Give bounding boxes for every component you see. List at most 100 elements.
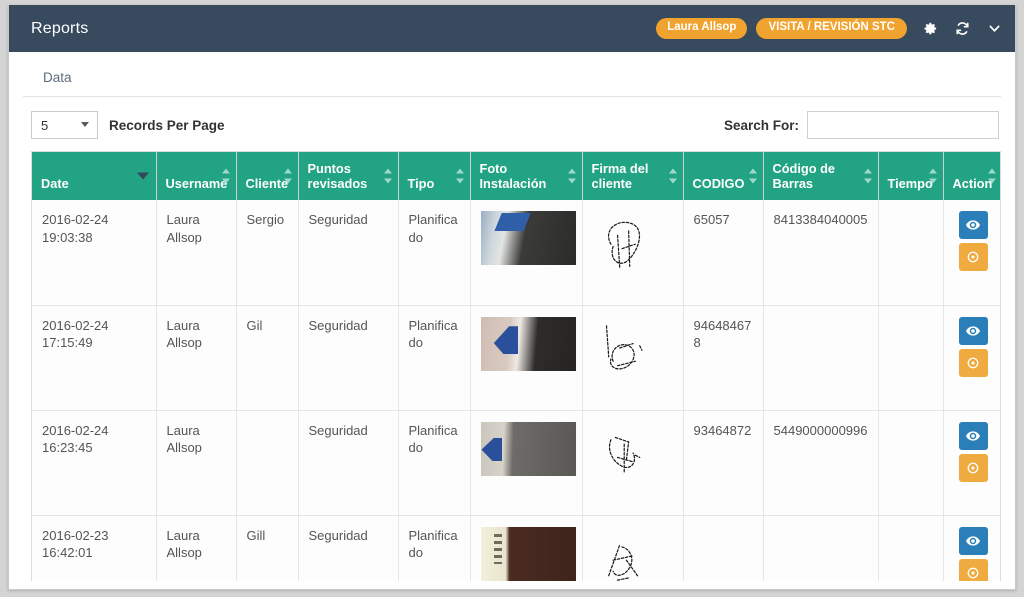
sort-toggle-icon — [383, 168, 393, 184]
search-label: Search For: — [723, 117, 799, 133]
eye-icon — [966, 535, 981, 547]
cell-date: 2016-02-24 17:15:49 — [32, 304, 157, 410]
tab-data[interactable]: Data — [43, 70, 72, 85]
locate-button[interactable] — [958, 453, 988, 482]
column-header-label: Username — [165, 175, 228, 191]
footer-strip — [9, 581, 1015, 589]
cell-codigo: 65057 — [683, 200, 764, 305]
reports-window: Reports Laura Allsop VISITA / REVISIÓN S… — [8, 5, 1016, 590]
panel-body: Data 5102550100 Records Per Page Search … — [9, 52, 1015, 589]
signature-image[interactable] — [593, 422, 651, 484]
photo-thumbnail[interactable] — [480, 421, 576, 476]
column-header-username[interactable]: Username — [156, 152, 237, 200]
sort-toggle-icon — [668, 168, 678, 184]
sort-toggle-icon — [928, 168, 938, 184]
signature-image[interactable] — [593, 211, 651, 273]
table-row[interactable]: 2016-02-24 16:23:45 Laura Allsop Seguridad… — [32, 409, 1000, 515]
cell-cliente — [236, 409, 299, 515]
chevron-down-icon[interactable] — [985, 20, 1003, 38]
column-header-label: Puntos revisados — [307, 160, 368, 191]
column-header-tipo[interactable]: Tipo — [398, 152, 471, 200]
cell-firma-del-cliente — [582, 514, 684, 589]
column-header-date[interactable]: Date — [32, 152, 157, 200]
cell-foto-instalacion — [470, 200, 583, 305]
cell-action — [943, 514, 1000, 589]
cell-tipo: Planificado — [398, 514, 471, 589]
cell-codigo — [683, 514, 764, 589]
header-actions: Laura Allsop VISITA / REVISIÓN STC — [656, 18, 1003, 39]
column-header-codigo[interactable]: CODIGO — [683, 152, 764, 200]
gear-icon[interactable] — [921, 20, 939, 38]
cell-date: 2016-02-24 19:03:38 — [32, 200, 157, 305]
column-header-label: Cliente — [245, 175, 289, 191]
photo-thumbnail[interactable] — [480, 316, 576, 371]
column-header-puntos-revisados[interactable]: Puntos revisados — [298, 152, 399, 200]
data-table-container: Date Username Cliente Puntos revisados Tipo F… — [31, 151, 1001, 589]
view-button[interactable] — [958, 526, 988, 555]
column-header-foto-instalaci-n[interactable]: Foto Instalación — [470, 152, 583, 200]
search-zone: Search For: — [724, 111, 1001, 139]
column-header-label: CODIGO — [692, 175, 745, 191]
cell-foto-instalacion — [470, 304, 583, 410]
cell-puntos-revisados: Seguridad — [298, 409, 399, 515]
search-input[interactable] — [807, 111, 999, 139]
cell-codigo: 93464872 — [683, 409, 764, 515]
context-badge[interactable]: VISITA / REVISIÓN STC — [756, 18, 907, 39]
view-button[interactable] — [958, 421, 988, 450]
cell-tipo: Planificado — [398, 409, 471, 515]
column-header-tiempo[interactable]: Tiempo — [878, 152, 944, 200]
sort-toggle-icon — [863, 168, 873, 184]
table-body: 2016-02-24 19:03:38 Laura Allsop Sergio Seg… — [32, 200, 1000, 589]
records-per-page-select[interactable]: 5102550100 — [31, 111, 98, 139]
photo-thumbnail[interactable] — [480, 211, 576, 265]
cell-foto-instalacion — [470, 514, 583, 589]
column-header-action[interactable]: Action — [943, 152, 1000, 200]
header-row: Date Username Cliente Puntos revisados Tipo F… — [32, 152, 1000, 200]
cell-tipo: Planificado — [398, 304, 471, 410]
table-row[interactable]: 2016-02-24 19:03:38 Laura Allsop Sergio Seg… — [32, 200, 1000, 305]
cell-firma-del-cliente — [582, 200, 684, 305]
cell-puntos-revisados: Seguridad — [298, 304, 399, 410]
sort-toggle-icon — [283, 168, 293, 184]
cell-action — [943, 304, 1000, 410]
photo-thumbnail[interactable] — [480, 526, 576, 581]
column-header-label: Date — [41, 175, 69, 191]
column-header-label: Action — [952, 175, 993, 191]
table-controls: 5102550100 Records Per Page Search For: — [23, 97, 1001, 151]
locate-button[interactable] — [958, 348, 988, 377]
cell-codigo-de-barras: 8413384040005 — [763, 200, 879, 305]
cell-tipo: Planificado — [398, 200, 471, 305]
cell-date: 2016-02-24 16:23:45 — [32, 409, 157, 515]
cell-tiempo — [878, 409, 944, 515]
column-header-cliente[interactable]: Cliente — [236, 152, 299, 200]
tab-bar: Data — [23, 52, 1001, 97]
cell-puntos-revisados: Seguridad — [298, 200, 399, 305]
signature-image[interactable] — [593, 527, 651, 589]
cell-username: Laura Allsop — [156, 514, 237, 589]
refresh-icon[interactable] — [953, 20, 971, 38]
table-head: Date Username Cliente Puntos revisados Tipo F… — [32, 152, 1000, 200]
cell-username: Laura Allsop — [156, 409, 237, 515]
column-header-c-digo-de-barras[interactable]: Código de Barras — [763, 152, 879, 200]
sort-toggle-icon — [988, 168, 997, 184]
column-header-label: Foto Instalación — [479, 160, 547, 191]
column-header-label: Código de Barras — [772, 160, 836, 191]
signature-image[interactable] — [593, 317, 651, 379]
eye-icon — [966, 325, 981, 337]
target-icon — [966, 461, 980, 475]
column-header-label: Firma del cliente — [591, 160, 649, 191]
user-badge[interactable]: Laura Allsop — [656, 18, 748, 39]
cell-cliente: Gill — [236, 514, 299, 589]
cell-foto-instalacion — [470, 409, 583, 515]
cell-firma-del-cliente — [582, 409, 684, 515]
target-icon — [966, 566, 980, 580]
table-row[interactable]: 2016-02-23 16:42:01 Laura Allsop Gill Segur… — [32, 514, 1000, 589]
records-per-page-label: Records Per Page — [109, 117, 225, 133]
column-header-label: Tipo — [407, 175, 435, 191]
target-icon — [966, 250, 980, 264]
locate-button[interactable] — [958, 243, 988, 271]
view-button[interactable] — [958, 316, 988, 345]
table-row[interactable]: 2016-02-24 17:15:49 Laura Allsop Gil Seguri… — [32, 304, 1000, 410]
column-header-firma-del-cliente[interactable]: Firma del cliente — [582, 152, 684, 200]
view-button[interactable] — [958, 211, 988, 239]
